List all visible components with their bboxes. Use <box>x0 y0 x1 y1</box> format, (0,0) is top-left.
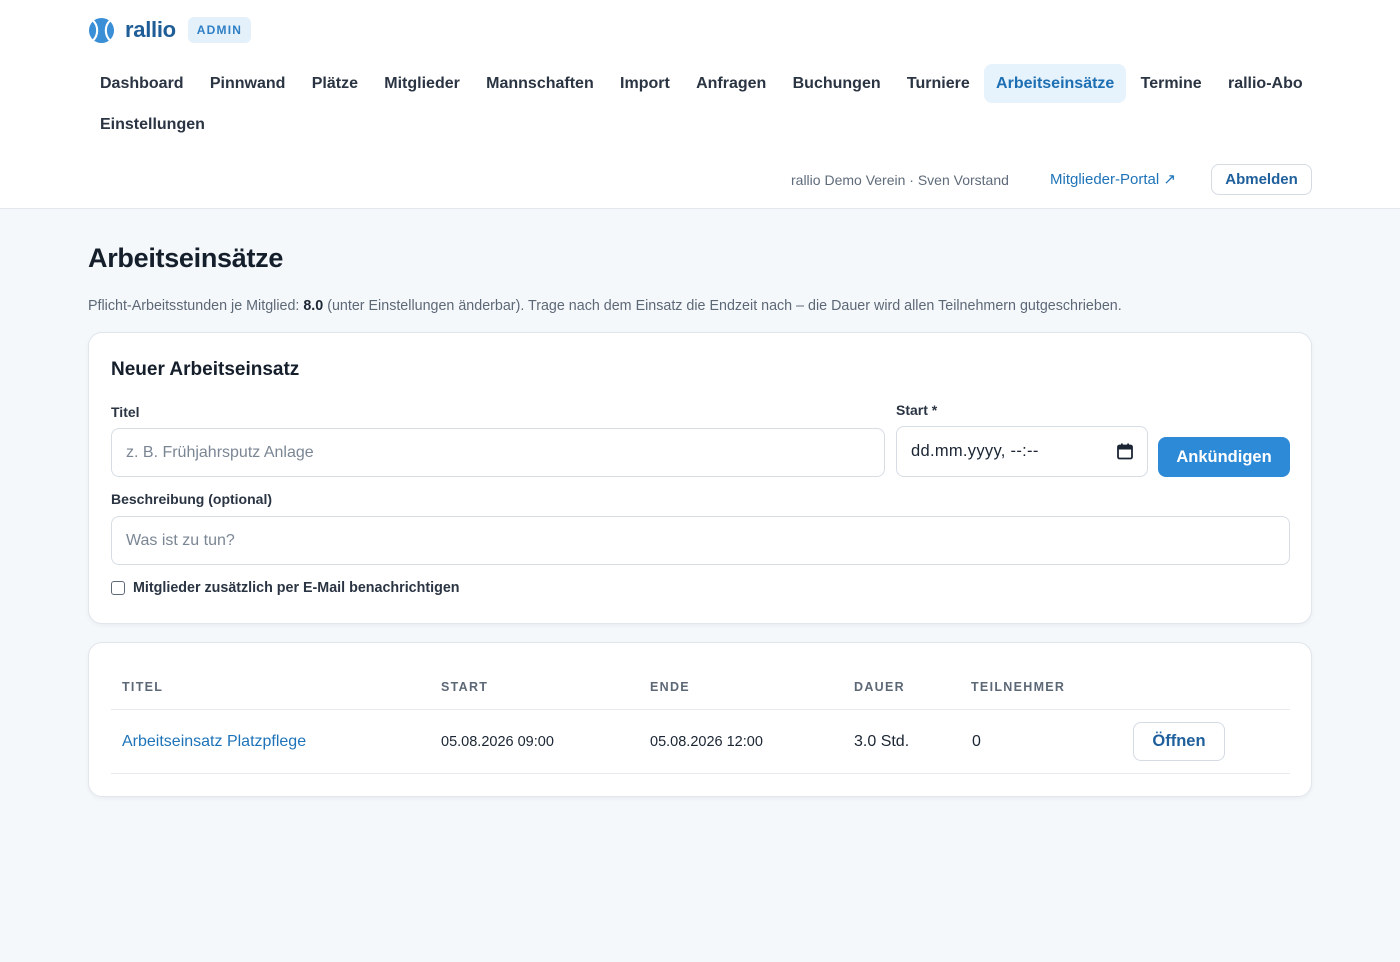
notify-row[interactable]: Mitglieder zusätzlich per E-Mail benachr… <box>111 580 460 596</box>
user-info: rallio Demo Verein · Sven Vorstand <box>791 172 1009 188</box>
column-header-start: START <box>441 680 489 694</box>
top-header: rallio ADMIN Dashboard Pinnwand Plätze M… <box>0 0 1400 209</box>
title-input[interactable] <box>111 428 885 477</box>
title-label: Titel <box>111 404 140 420</box>
logout-button[interactable]: Abmelden <box>1211 164 1312 195</box>
header-divider <box>111 709 1290 710</box>
nav-item-arbeitseinsaetze[interactable]: Arbeitseinsätze <box>984 64 1127 103</box>
row-end: 05.08.2026 12:00 <box>650 734 763 750</box>
page-title: Arbeitseinsätze <box>88 243 284 273</box>
start-label: Start * <box>896 402 938 418</box>
info-text: Pflicht-Arbeitsstunden je Mitglied: 8.0 … <box>88 298 1122 314</box>
brand-name: rallio <box>125 17 176 42</box>
notify-checkbox[interactable] <box>111 581 125 595</box>
nav-item-rallio-abo[interactable]: rallio-Abo <box>1216 64 1315 103</box>
row-divider <box>111 773 1290 774</box>
row-participants: 0 <box>972 733 981 750</box>
info-prefix: Pflicht-Arbeitsstunden je Mitglied: <box>88 298 304 314</box>
nav-item-mannschaften[interactable]: Mannschaften <box>474 64 606 103</box>
nav-item-buchungen[interactable]: Buchungen <box>781 64 893 103</box>
nav-item-dashboard[interactable]: Dashboard <box>88 64 196 103</box>
admin-badge: ADMIN <box>187 17 252 43</box>
calendar-icon[interactable] <box>1117 443 1133 460</box>
form-heading: Neuer Arbeitseinsatz <box>111 359 300 380</box>
nav-item-einstellungen[interactable]: Einstellungen <box>88 105 217 144</box>
tennis-ball-icon <box>88 17 115 43</box>
info-suffix: (unter Einstellungen änderbar). Trage na… <box>323 298 1122 314</box>
notify-label[interactable]: Mitglieder zusätzlich per E-Mail benachr… <box>133 580 460 596</box>
description-input[interactable] <box>111 516 1290 565</box>
nav-item-anfragen[interactable]: Anfragen <box>684 64 778 103</box>
column-header-title: TITEL <box>122 680 164 694</box>
new-work-assignment-form: Neuer Arbeitseinsatz Titel Start * dd.mm… <box>88 332 1312 624</box>
nav-item-pinnwand[interactable]: Pinnwand <box>198 64 298 103</box>
row-start: 05.08.2026 09:00 <box>441 734 554 750</box>
column-header-end: ENDE <box>650 680 690 694</box>
nav-item-turniere[interactable]: Turniere <box>895 64 982 103</box>
nav-item-plaetze[interactable]: Plätze <box>300 64 370 103</box>
required-hours-value: 8.0 <box>303 298 324 314</box>
row-title-link[interactable]: Arbeitseinsatz Platzpflege <box>122 733 306 751</box>
start-datetime-placeholder: dd.mm.yyyy, --:-- <box>911 442 1039 460</box>
nav-item-mitglieder[interactable]: Mitglieder <box>372 64 472 103</box>
column-header-duration: DAUER <box>854 680 905 694</box>
start-datetime-input[interactable]: dd.mm.yyyy, --:-- <box>896 426 1148 477</box>
work-assignments-table: TITEL START ENDE DAUER TEILNEHMER Arbeit… <box>88 642 1312 797</box>
nav-item-termine[interactable]: Termine <box>1129 64 1214 103</box>
row-duration: 3.0 Std. <box>854 733 910 750</box>
open-button[interactable]: Öffnen <box>1133 722 1225 761</box>
announce-button[interactable]: Ankündigen <box>1158 437 1290 477</box>
main-nav: Dashboard Pinnwand Plätze Mitglieder Man… <box>88 64 1318 144</box>
member-portal-link[interactable]: Mitglieder-Portal ↗ <box>1050 170 1176 188</box>
description-label: Beschreibung (optional) <box>111 491 272 507</box>
brand[interactable]: rallio ADMIN <box>88 16 252 44</box>
nav-item-import[interactable]: Import <box>608 64 682 103</box>
column-header-participants: TEILNEHMER <box>971 680 1066 694</box>
